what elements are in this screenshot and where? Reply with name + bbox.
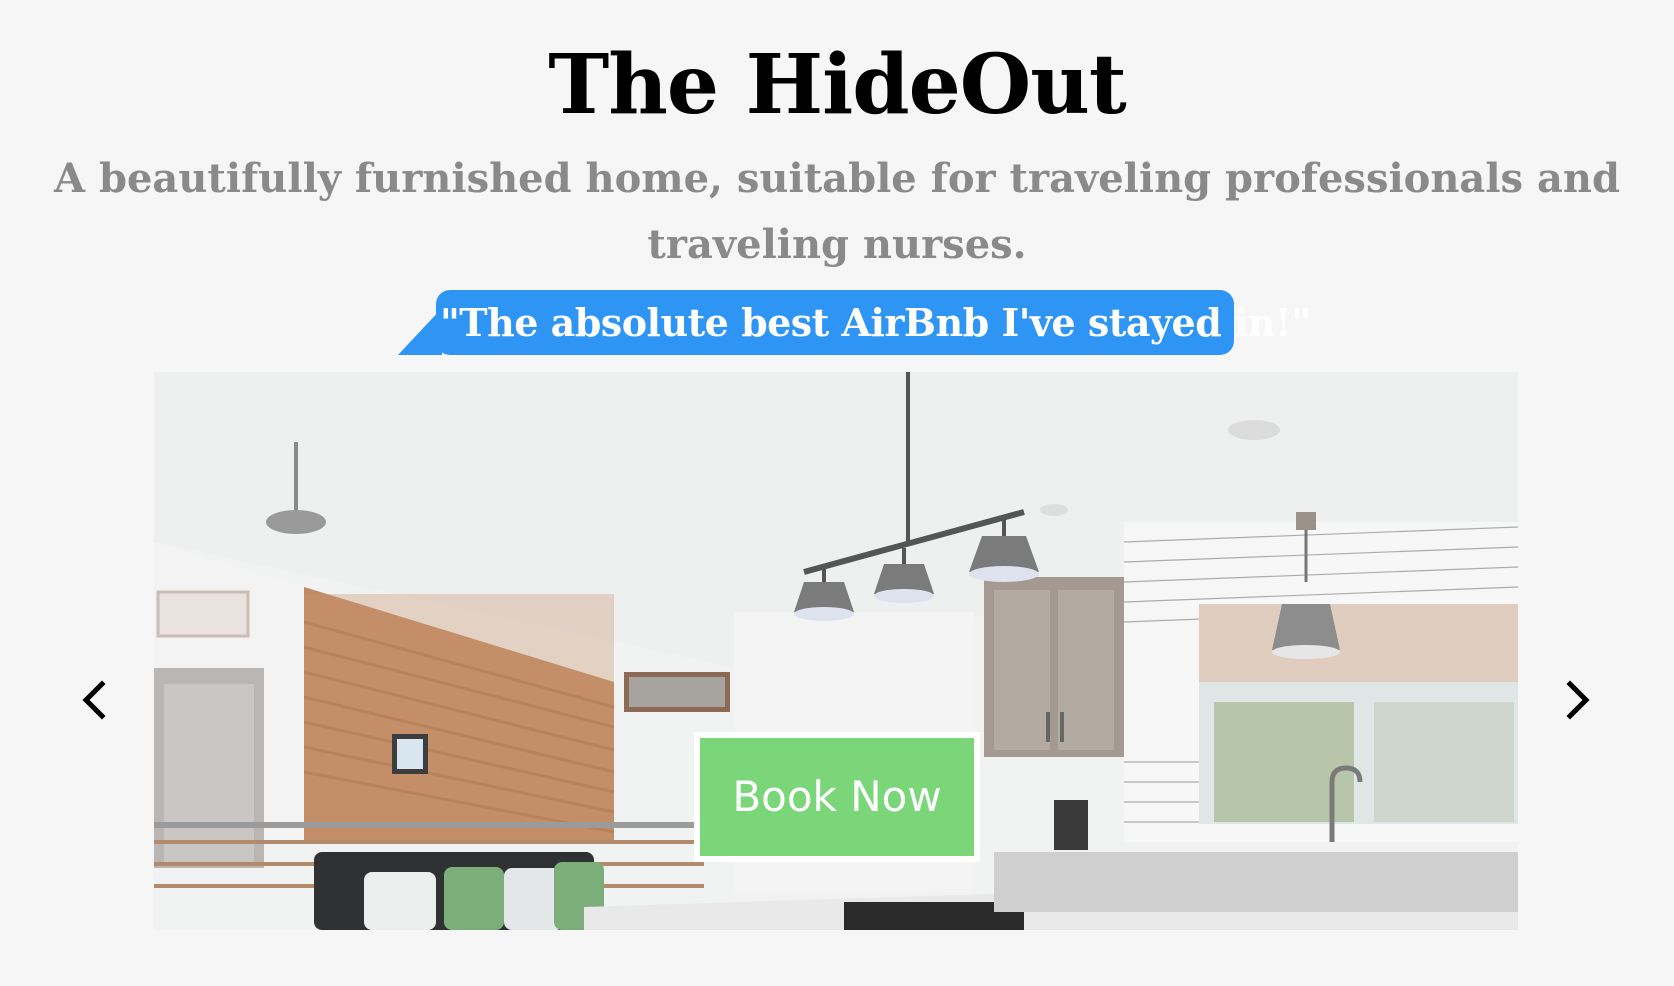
book-now-button[interactable]: Book Now [694, 732, 980, 862]
page: The HideOut A beautifully furnished home… [0, 0, 1674, 986]
site-title: The HideOut [548, 37, 1126, 133]
chevron-left-icon [82, 680, 106, 720]
tagline: A beautifully furnished home, suitable f… [54, 155, 1620, 268]
testimonial-quote: "The absolute best AirBnb I've stayed in… [436, 290, 1311, 355]
chevron-right-icon [1566, 680, 1590, 720]
book-now-label: Book Now [700, 738, 974, 856]
image-carousel: Book Now [0, 372, 1674, 930]
carousel-prev-button[interactable] [76, 678, 116, 722]
carousel-next-button[interactable] [1556, 678, 1596, 722]
